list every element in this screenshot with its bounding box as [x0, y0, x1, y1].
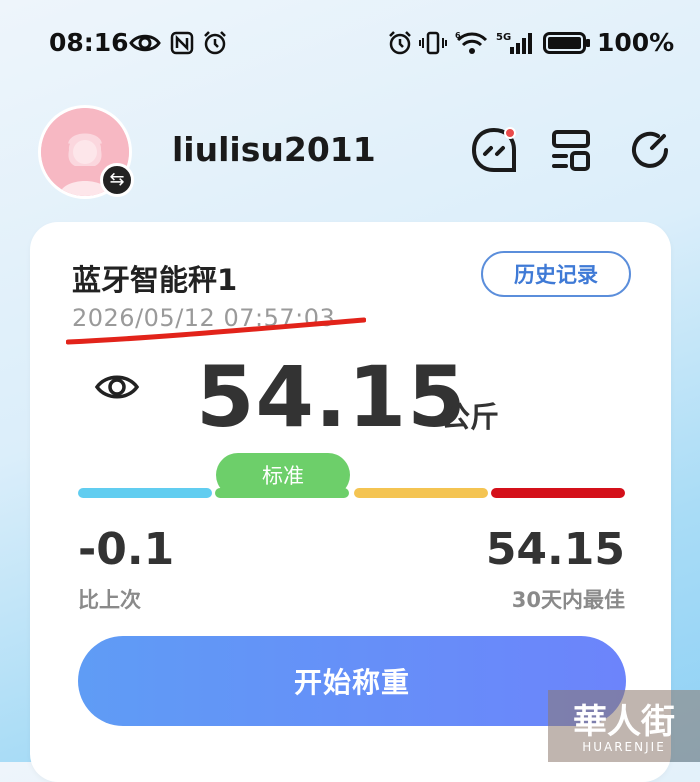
nfc-icon [168, 28, 196, 58]
eye-icon[interactable] [94, 370, 140, 404]
status-bar: 08:16 6 5G 100% [0, 0, 700, 90]
diff-value: -0.1 [78, 524, 175, 575]
watermark-logo: 華人街 HUARENJIE [548, 690, 700, 762]
device-name: 蓝牙智能秤1 [72, 263, 238, 297]
username[interactable]: liulisu2011 [172, 130, 376, 169]
bar-segment-standard [215, 488, 349, 498]
best-value: 54.15 [485, 524, 625, 575]
battery-percentage: 100% [597, 28, 675, 57]
switch-account-icon[interactable]: ⇆ [100, 163, 134, 197]
diff-label: 比上次 [78, 588, 141, 612]
watermark-subtext: HUARENJIE [582, 740, 666, 754]
start-weighing-button[interactable]: 开始称重 [78, 636, 626, 726]
history-button[interactable]: 历史记录 [481, 251, 631, 297]
watermark-text: 華人街 [573, 702, 675, 742]
svg-text:5G: 5G [496, 32, 511, 43]
eye-icon [128, 28, 162, 58]
bar-segment-obese [491, 488, 625, 498]
alarm-icon [386, 28, 414, 58]
switch-account-glyph: ⇆ [109, 169, 125, 190]
avatar-container[interactable]: ⇆ [38, 105, 134, 199]
best-label: 30天内最佳 [511, 588, 625, 612]
battery-icon [542, 28, 592, 58]
bar-segment-overweight [354, 488, 488, 498]
weight-value: 54.15 [196, 348, 467, 446]
card-list-icon[interactable] [548, 126, 596, 174]
wifi-icon: 6 [454, 28, 490, 58]
weight-unit: 公斤 [441, 400, 500, 434]
signal-5g-icon: 5G [495, 28, 535, 58]
svg-text:6: 6 [455, 31, 461, 40]
bar-segment-underweight [78, 488, 212, 498]
refresh-icon[interactable] [626, 126, 674, 174]
message-icon[interactable] [470, 126, 518, 174]
vibrate-icon [418, 28, 448, 58]
status-time: 08:16 [49, 28, 129, 57]
alarm-icon [201, 28, 229, 58]
